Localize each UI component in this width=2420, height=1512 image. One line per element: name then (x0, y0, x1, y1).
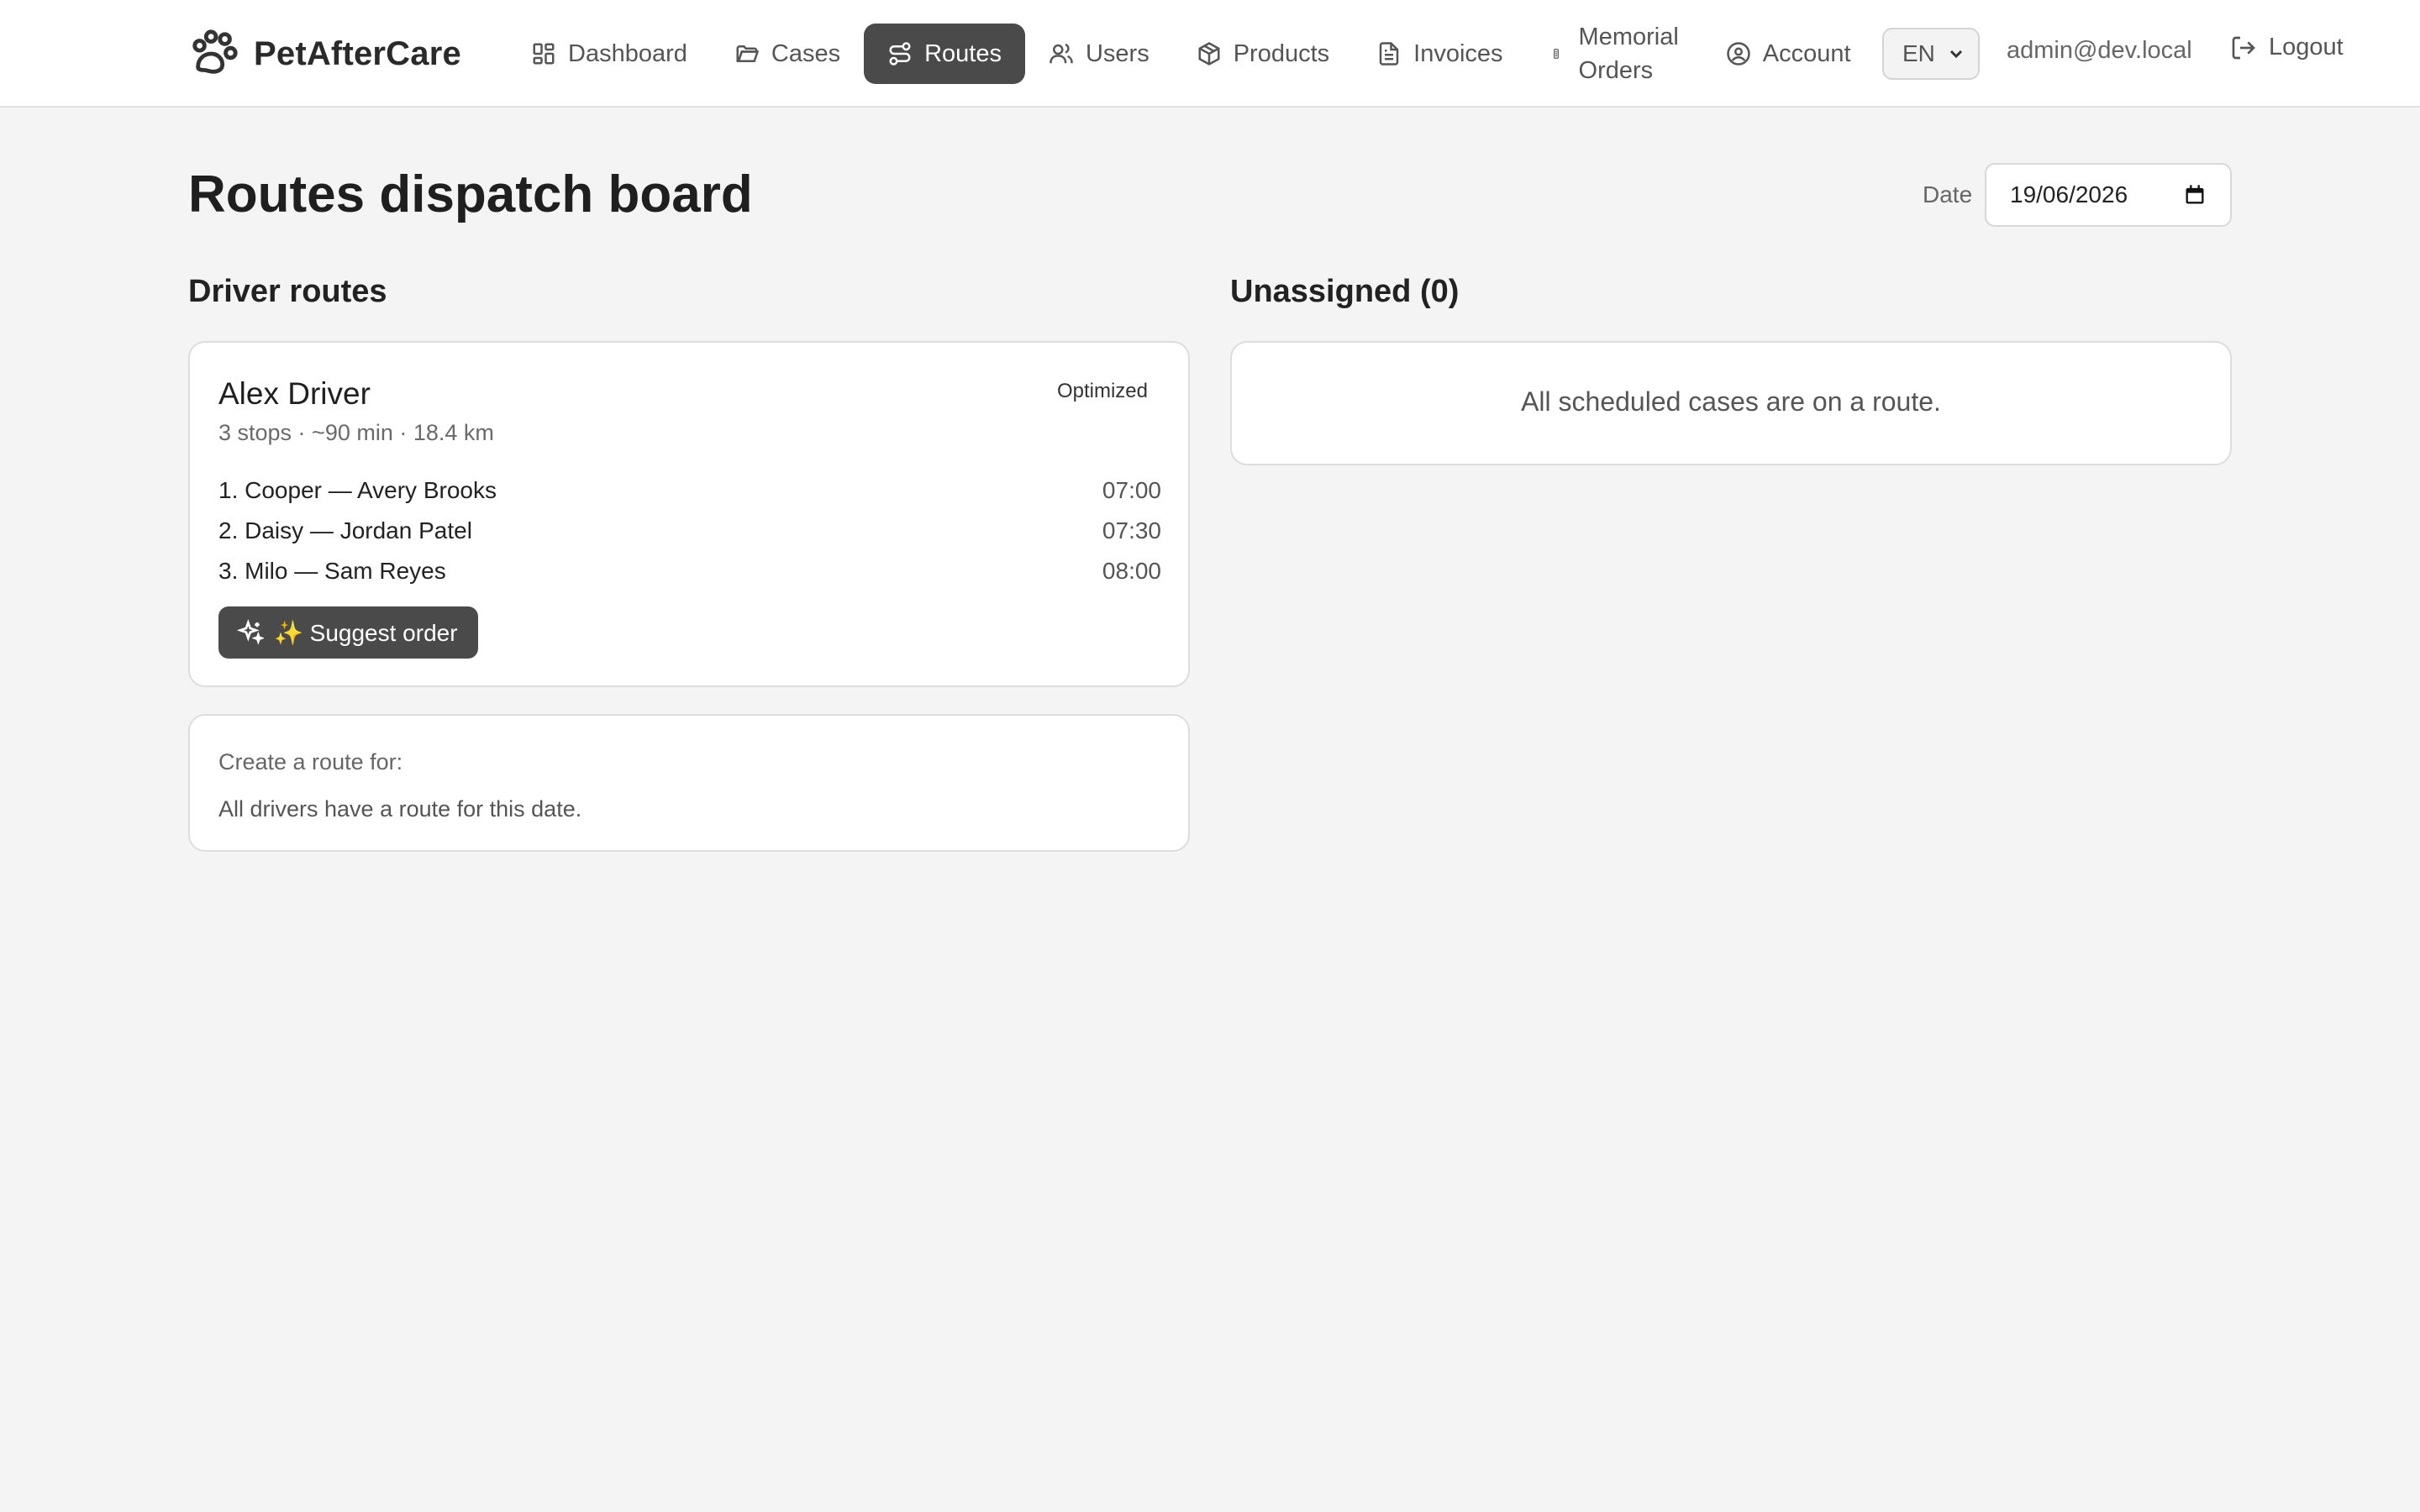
nav-memorial-orders[interactable]: Memorial Orders (1527, 24, 1702, 84)
logout-label: Logout (2269, 34, 2344, 60)
memorial-icon (1553, 49, 1559, 59)
nav-label-line1: Memorial (1578, 24, 1679, 50)
route-card: Alex Driver 3 stops · ~90 min · 18.4 km … (188, 341, 1190, 687)
nav-label: Cases (771, 39, 841, 67)
stop-label: 1. Cooper — Avery Brooks (218, 477, 497, 503)
nav-label: Products (1233, 39, 1330, 67)
brand-name: PetAfterCare (254, 34, 461, 72)
paw-logo-icon (192, 29, 238, 74)
nav-label: Memorial Orders (1579, 20, 1679, 87)
stop-row[interactable]: 3. Milo — Sam Reyes 08:00 (218, 551, 1161, 591)
date-value: 19/06/2026 (2010, 181, 2128, 207)
stop-time: 07:30 (1102, 517, 1161, 543)
users-icon (1050, 43, 1073, 64)
empty-state-message: All scheduled cases are on a route. (1521, 386, 1941, 417)
language-value: EN (1902, 40, 1935, 66)
nav-cases[interactable]: Cases (711, 24, 864, 84)
logout-icon (2232, 36, 2255, 59)
create-route-message: All drivers have a route for this date. (218, 796, 582, 822)
stop-row[interactable]: 2. Daisy — Jordan Patel 07:30 (218, 511, 1161, 551)
dashboard-icon (533, 43, 555, 65)
nav-label: Dashboard (568, 39, 687, 67)
stop-time: 08:00 (1102, 558, 1161, 584)
route-summary: 3 stops · ~90 min · 18.4 km (218, 420, 494, 445)
date-input[interactable]: 19/06/2026 (1985, 163, 2232, 227)
stop-label: 2. Daisy — Jordan Patel (218, 517, 472, 543)
sparkles-icon (237, 619, 264, 645)
chevron-down-icon (1949, 50, 1963, 59)
suggest-order-button[interactable]: ✨ Suggest order (218, 606, 478, 659)
main-nav: Dashboard Cases Routes Users Products In… (508, 24, 1875, 84)
nav-routes[interactable]: Routes (864, 24, 1025, 84)
nav-dashboard[interactable]: Dashboard (508, 24, 711, 84)
nav-label: Users (1085, 39, 1150, 67)
status-badge: Optimized (1056, 380, 1148, 402)
page-title: Routes dispatch board (188, 165, 753, 223)
route-icon (889, 42, 911, 66)
calendar-icon[interactable] (2183, 183, 2207, 207)
folder-icon (736, 45, 760, 62)
nav-label-line2: Orders (1578, 57, 1654, 84)
unassigned-title: Unassigned (0) (1230, 274, 1460, 309)
nav-invoices[interactable]: Invoices (1353, 24, 1526, 84)
nav-account[interactable]: Account (1702, 24, 1875, 84)
stop-label: 3. Milo — Sam Reyes (218, 558, 446, 584)
user-email: admin@dev.local (2007, 37, 2192, 64)
nav-products[interactable]: Products (1173, 24, 1353, 84)
date-label: Date (1923, 181, 1973, 207)
driver-routes-title: Driver routes (188, 274, 387, 309)
box-icon (1198, 42, 1220, 66)
unassigned-card: All scheduled cases are on a route. (1230, 341, 2232, 465)
nav-label: Invoices (1413, 39, 1503, 67)
brand-logo-link[interactable]: PetAfterCare (188, 25, 461, 82)
top-navigation-bar: PetAfterCare Dashboard Cases Routes User… (0, 0, 2420, 108)
nav-label: Routes (924, 39, 1002, 67)
create-route-label: Create a route for: (218, 749, 403, 774)
logout-button[interactable]: Logout (2230, 34, 2344, 61)
account-icon (1727, 42, 1750, 66)
stop-row[interactable]: 1. Cooper — Avery Brooks 07:00 (218, 470, 1161, 511)
document-icon (1379, 42, 1399, 66)
create-route-card: Create a route for: All drivers have a r… (188, 714, 1190, 852)
language-select[interactable]: EN (1882, 28, 1980, 80)
stop-list: 1. Cooper — Avery Brooks 07:00 2. Daisy … (218, 470, 1161, 591)
nav-label: Account (1762, 39, 1851, 67)
driver-name: Alex Driver (218, 376, 371, 411)
nav-users[interactable]: Users (1025, 24, 1173, 84)
stop-time: 07:00 (1102, 477, 1161, 503)
suggest-order-label: ✨ Suggest order (274, 619, 458, 646)
